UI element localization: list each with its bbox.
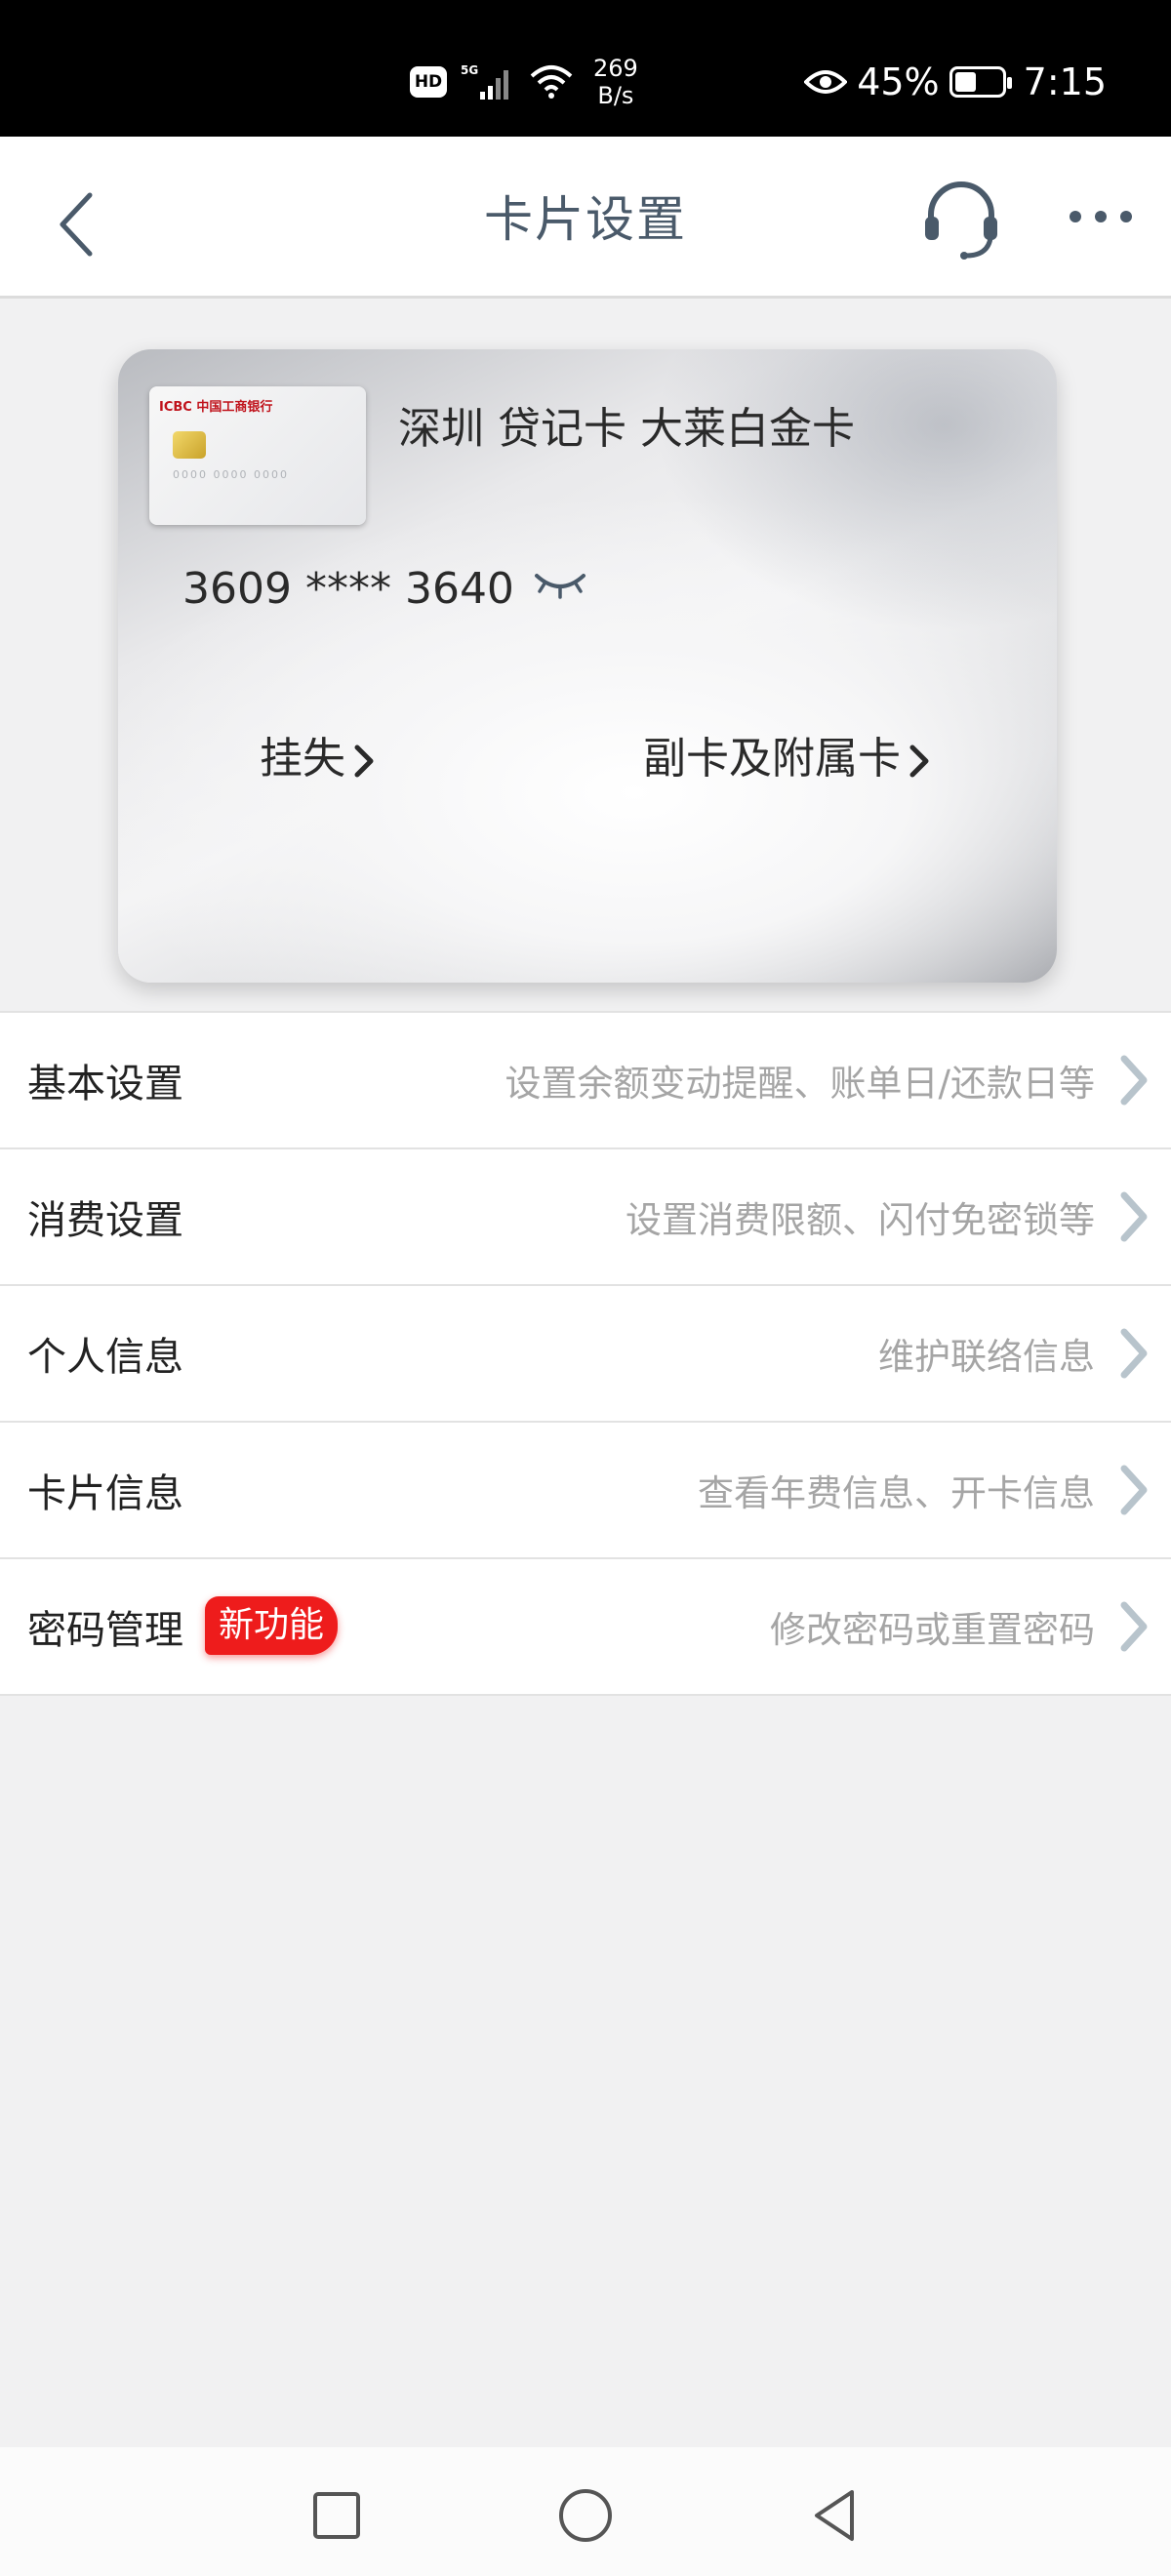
battery-icon <box>949 66 1012 98</box>
card-number: 3609 **** 3640 <box>182 564 514 614</box>
status-bar: HD 5G 269 B/s 45% 7:15 <box>0 0 1171 137</box>
supplementary-card-button[interactable]: 副卡及附属卡 <box>643 723 934 785</box>
row-title: 消费设置 <box>27 1198 183 1243</box>
back-triangle-icon[interactable] <box>805 2486 864 2545</box>
card-name: 深圳 贷记卡 大莱白金卡 <box>398 404 855 454</box>
status-center: HD 5G 269 B/s <box>410 55 638 109</box>
settings-row-spending[interactable]: 消费设置 设置消费限额、闪付免密锁等 <box>0 1149 1171 1286</box>
credit-card: ICBC 中国工商银行 0000 0000 0000 深圳 贷记卡 大莱白金卡 … <box>118 349 1057 983</box>
chevron-right-icon <box>1120 1055 1148 1106</box>
new-feature-badge: 新功能 <box>205 1596 339 1655</box>
card-chip-icon <box>173 431 206 459</box>
signal-5g-icon: 5G <box>461 63 508 100</box>
chevron-right-icon <box>1120 1328 1148 1379</box>
headset-icon[interactable] <box>917 174 1005 262</box>
chevron-right-icon <box>1120 1601 1148 1652</box>
settings-row-basic[interactable]: 基本设置 设置余额变动提醒、账单日/还款日等 <box>0 1013 1171 1149</box>
more-button[interactable] <box>1066 205 1136 228</box>
row-description: 设置消费限额、闪付免密锁等 <box>626 1199 1095 1241</box>
row-description: 维护联络信息 <box>878 1336 1095 1378</box>
wifi-icon <box>530 65 573 99</box>
row-description: 设置余额变动提醒、账单日/还款日等 <box>505 1063 1095 1105</box>
card-thumbnail: ICBC 中国工商银行 0000 0000 0000 <box>149 386 366 525</box>
eye-closed-icon[interactable] <box>533 568 587 607</box>
chevron-right-icon <box>354 745 374 778</box>
settings-row-personal-info[interactable]: 个人信息 维护联络信息 <box>0 1286 1171 1423</box>
svg-text:5G: 5G <box>461 63 478 77</box>
eye-comfort-icon <box>804 70 848 94</box>
network-speed: 269 B/s <box>593 55 638 109</box>
home-circle-icon[interactable] <box>556 2486 615 2545</box>
settings-row-card-info[interactable]: 卡片信息 查看年费信息、开卡信息 <box>0 1423 1171 1559</box>
row-description: 修改密码或重置密码 <box>770 1609 1095 1651</box>
system-navigation-bar <box>0 2447 1171 2576</box>
chevron-right-icon <box>1120 1465 1148 1515</box>
speed-unit: B/s <box>597 82 634 109</box>
report-lost-label: 挂失 <box>260 734 345 784</box>
navigation-bar: 卡片设置 <box>0 137 1171 299</box>
clock: 7:15 <box>1023 60 1107 103</box>
supplementary-card-label: 副卡及附属卡 <box>643 734 901 784</box>
settings-list: 基本设置 设置余额变动提醒、账单日/还款日等 消费设置 设置消费限额、闪付免密锁… <box>0 1011 1171 1696</box>
battery-fill <box>954 72 976 92</box>
row-title: 基本设置 <box>27 1062 183 1107</box>
chevron-right-icon <box>909 745 929 778</box>
row-title: 卡片信息 <box>27 1471 183 1516</box>
thumbnail-number-placeholder: 0000 0000 0000 <box>173 468 289 481</box>
recent-apps-square-icon[interactable] <box>307 2486 366 2545</box>
bank-logo: ICBC 中国工商银行 <box>159 400 273 415</box>
chevron-right-icon <box>1120 1191 1148 1242</box>
battery-percent: 45% <box>857 60 940 103</box>
settings-row-password[interactable]: 密码管理 新功能 修改密码或重置密码 <box>0 1559 1171 1696</box>
hd-badge: HD <box>410 66 447 98</box>
row-title: 密码管理 <box>27 1608 183 1653</box>
status-right: 45% 7:15 <box>804 60 1107 103</box>
speed-value: 269 <box>593 55 638 82</box>
row-description: 查看年费信息、开卡信息 <box>698 1472 1095 1514</box>
report-lost-button[interactable]: 挂失 <box>260 723 379 785</box>
row-title: 个人信息 <box>27 1335 183 1380</box>
